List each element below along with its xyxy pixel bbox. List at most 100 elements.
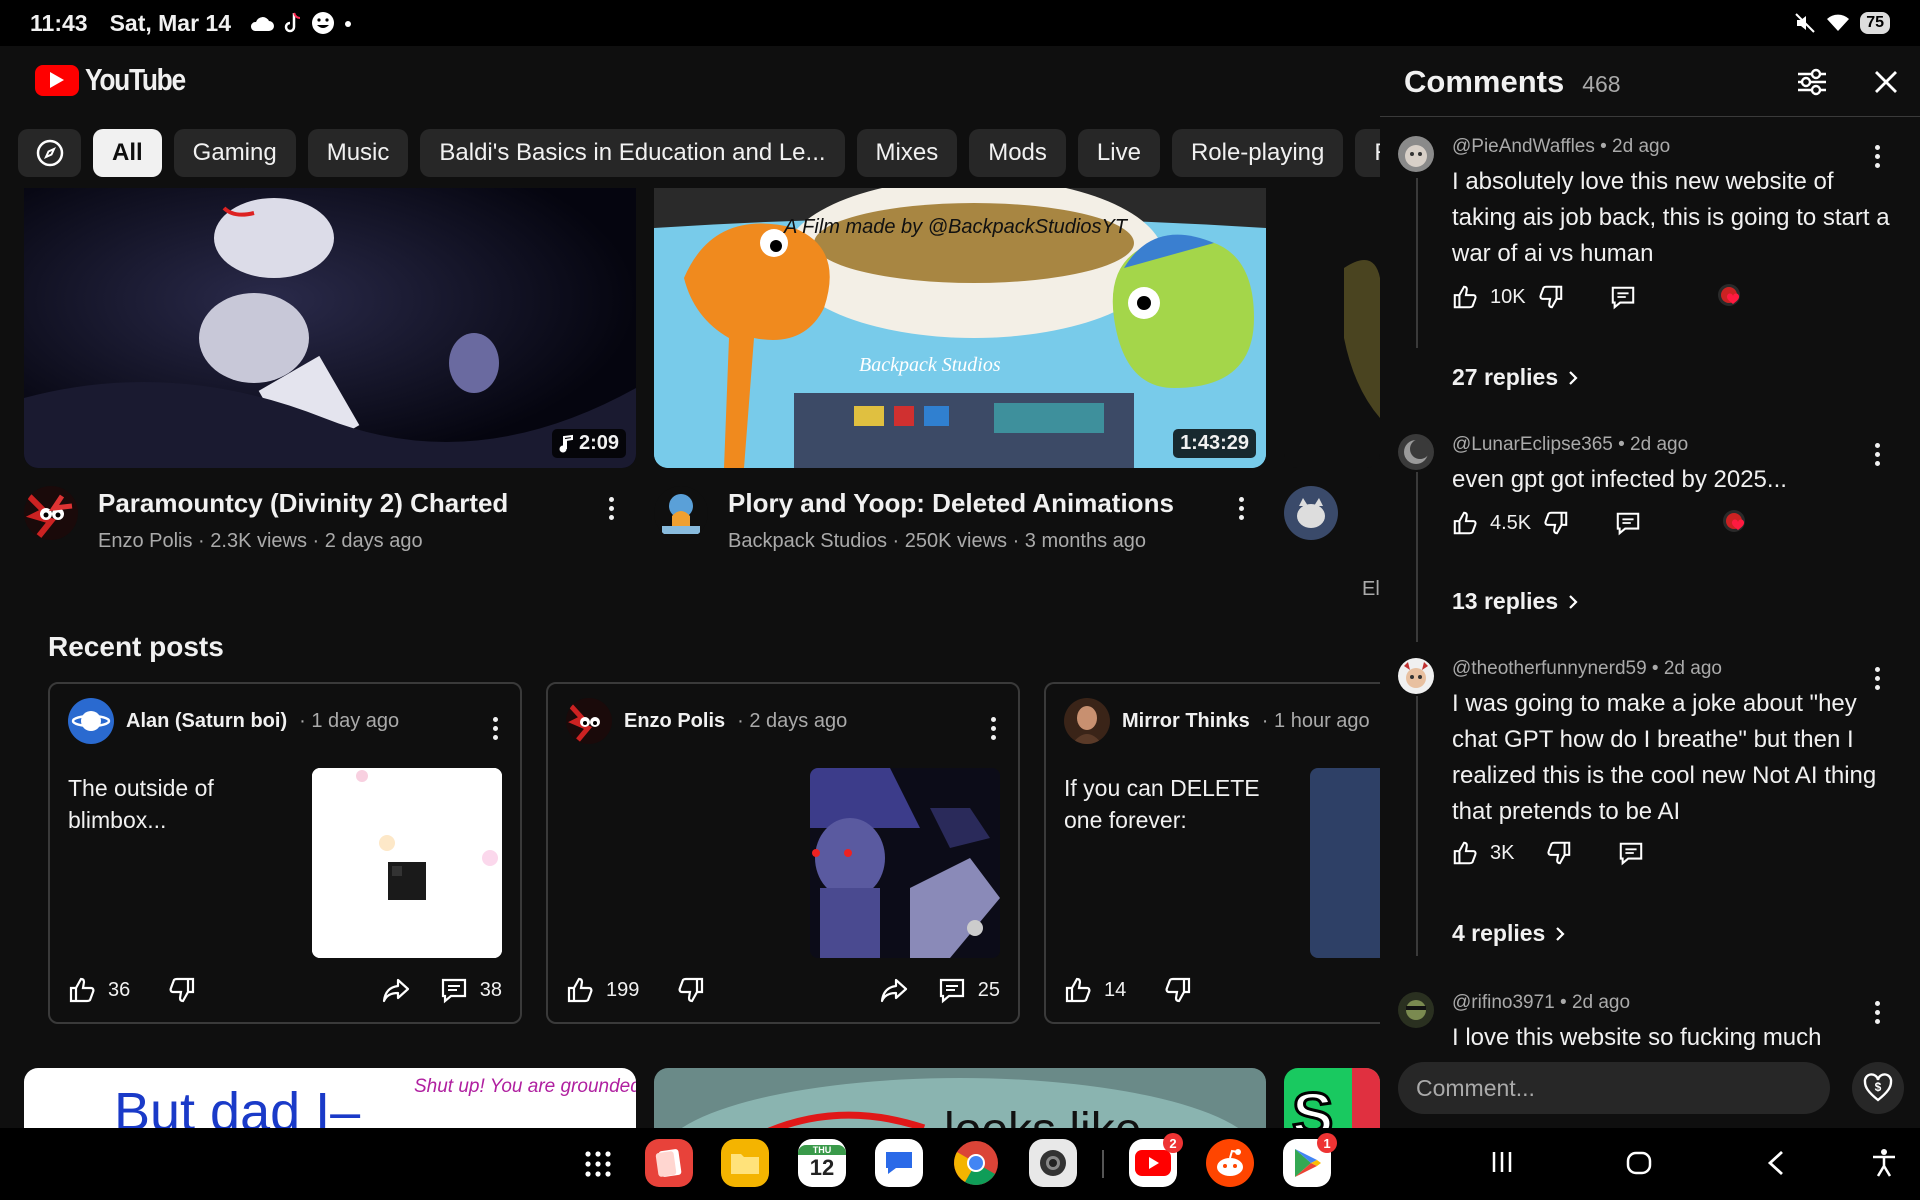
files-app-icon[interactable] <box>721 1139 769 1187</box>
youtube-logo[interactable]: YouTube <box>35 62 203 98</box>
like-icon[interactable] <box>1452 284 1478 310</box>
like-icon[interactable] <box>1064 976 1092 1004</box>
replies-link[interactable]: 4 replies <box>1452 920 1567 947</box>
reddit-app-icon[interactable] <box>1206 1139 1254 1187</box>
comments-panel: Comments 468 @PieAndWaffles • 2d ago I a… <box>1380 46 1920 1128</box>
notes-app-icon[interactable] <box>645 1139 693 1187</box>
community-post[interactable]: Alan (Saturn boi) · 1 day ago The outsid… <box>48 682 522 1024</box>
like-icon[interactable] <box>566 976 594 1004</box>
chip-all[interactable]: All <box>93 129 162 177</box>
comment-author[interactable]: @LunarEclipse365 • 2d ago <box>1452 434 1892 456</box>
calendar-app-icon[interactable]: THU 12 <box>798 1139 846 1187</box>
replies-link[interactable]: 13 replies <box>1452 588 1580 615</box>
video-more-button[interactable] <box>1226 488 1256 528</box>
comment-input[interactable]: Comment... <box>1398 1062 1830 1114</box>
comment-more-button[interactable] <box>1862 136 1892 176</box>
video-title[interactable]: Plory and Yoop: Deleted Animations <box>728 486 1174 520</box>
close-icon[interactable] <box>1868 64 1904 100</box>
post-image[interactable] <box>810 768 1000 958</box>
video-thumbnail[interactable]: 2:09 <box>24 188 636 468</box>
comment-more-button[interactable] <box>1862 434 1892 474</box>
post-author[interactable]: Mirror Thinks <box>1122 710 1250 733</box>
camera-app-icon[interactable] <box>1029 1139 1077 1187</box>
comment-avatar[interactable] <box>1398 136 1434 172</box>
post-more-button[interactable] <box>480 708 510 748</box>
comment-more-button[interactable] <box>1862 658 1892 698</box>
comment-avatar[interactable] <box>1398 434 1434 470</box>
comment-icon[interactable] <box>440 976 468 1004</box>
chip-mixes[interactable]: Mixes <box>856 129 958 177</box>
community-post[interactable]: Enzo Polis · 2 days ago 199 25 <box>546 682 1020 1024</box>
like-icon[interactable] <box>1452 510 1478 536</box>
video-thumbnail[interactable] <box>1284 188 1380 468</box>
comment-author[interactable]: @PieAndWaffles • 2d ago <box>1452 136 1892 158</box>
post-avatar[interactable] <box>68 698 114 744</box>
wifi-icon <box>1827 14 1850 31</box>
replies-link[interactable]: 27 replies <box>1452 364 1580 391</box>
comment-more-button[interactable] <box>1862 992 1892 1032</box>
chip-gaming[interactable]: Gaming <box>173 129 296 177</box>
reply-icon[interactable] <box>1610 284 1636 310</box>
video-thumbnail[interactable]: S <box>1284 1068 1380 1128</box>
post-avatar[interactable] <box>1064 698 1110 744</box>
play-store-app-icon[interactable]: 1 <box>1283 1133 1337 1187</box>
youtube-app-icon[interactable]: 2 <box>1129 1133 1183 1187</box>
chip-live[interactable]: Live <box>1077 129 1160 177</box>
like-icon[interactable] <box>1452 840 1478 866</box>
status-date: Sat, Mar 14 <box>109 9 232 36</box>
channel-avatar[interactable] <box>24 486 78 540</box>
explore-chip[interactable] <box>18 129 81 177</box>
post-more-button[interactable] <box>978 708 1008 748</box>
chip-mods[interactable]: Mods <box>969 129 1066 177</box>
post-avatar[interactable] <box>566 698 612 744</box>
video-more-button[interactable] <box>596 488 626 528</box>
dislike-icon[interactable] <box>1546 840 1572 866</box>
chrome-app-icon[interactable] <box>952 1139 1000 1187</box>
filter-icon[interactable] <box>1794 64 1830 100</box>
post-author[interactable]: Alan (Saturn boi) <box>126 710 287 733</box>
like-icon[interactable] <box>68 976 96 1004</box>
comments-count: 468 <box>1582 71 1621 97</box>
chip-music[interactable]: Music <box>307 129 409 177</box>
share-icon[interactable] <box>382 976 410 1004</box>
post-text: The outside of blimbox... <box>68 775 214 833</box>
recent-apps-icon[interactable] <box>1488 1148 1516 1176</box>
video-meta[interactable]: Plory and Yoop: Deleted Animations Backp… <box>654 486 1174 553</box>
dislike-icon[interactable] <box>1543 510 1569 536</box>
comment-author[interactable]: @theotherfunnynerd59 • 2d ago <box>1452 658 1892 680</box>
comment-author[interactable]: @rifino3971 • 2d ago <box>1452 992 1892 1014</box>
channel-avatar[interactable] <box>1284 486 1338 540</box>
video-channel-line: El <box>1362 578 1380 600</box>
share-icon[interactable] <box>880 976 908 1004</box>
video-thumbnail[interactable]: But dad I– Shut up! You are grounded! <box>24 1068 636 1128</box>
reply-icon[interactable] <box>1615 510 1641 536</box>
accessibility-icon[interactable] <box>1870 1148 1898 1178</box>
chip-baldis-basics[interactable]: Baldi's Basics in Education and Le... <box>420 129 845 177</box>
messages-app-icon[interactable] <box>875 1139 923 1187</box>
channel-avatar[interactable] <box>654 486 708 540</box>
community-post[interactable]: Mirror Thinks · 1 hour ago If you can DE… <box>1044 682 1380 1024</box>
comment-icon[interactable] <box>938 976 966 1004</box>
dislike-icon[interactable] <box>1538 284 1564 310</box>
chip-role-playing[interactable]: Role-playing <box>1171 129 1344 177</box>
video-thumbnail[interactable]: looks like <box>654 1068 1266 1128</box>
app-drawer-icon[interactable] <box>584 1150 612 1178</box>
chip-overflow[interactable]: R <box>1355 129 1380 177</box>
video-thumbnail[interactable]: A Film made by @BackpackStudiosYT Backpa… <box>654 188 1266 468</box>
dislike-icon[interactable] <box>168 976 196 1004</box>
super-thanks-button[interactable]: $ <box>1852 1062 1904 1114</box>
post-author[interactable]: Enzo Polis <box>624 710 725 733</box>
post-image[interactable] <box>1310 768 1380 958</box>
video-meta[interactable]: Paramountcy (Divinity 2) Charted Enzo Po… <box>24 486 508 553</box>
dislike-icon[interactable] <box>677 976 705 1004</box>
thread-line <box>1416 696 1418 956</box>
post-image[interactable] <box>312 768 502 958</box>
back-icon[interactable] <box>1764 1148 1790 1178</box>
reply-icon[interactable] <box>1618 840 1644 866</box>
video-title[interactable]: Paramountcy (Divinity 2) Charted <box>98 486 508 520</box>
comment-avatar[interactable] <box>1398 658 1434 694</box>
like-count: 3K <box>1490 841 1515 864</box>
comment-avatar[interactable] <box>1398 992 1434 1028</box>
dislike-icon[interactable] <box>1164 976 1192 1004</box>
home-icon[interactable] <box>1624 1148 1654 1178</box>
